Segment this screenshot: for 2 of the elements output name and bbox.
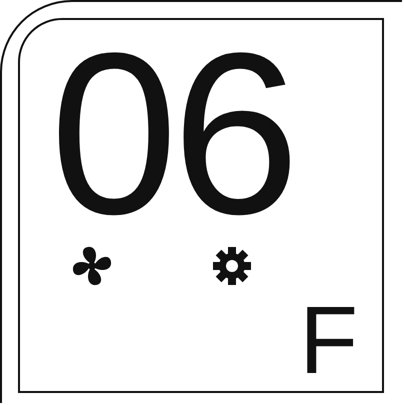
segment-digits: 06: [50, 34, 295, 234]
unit-letter: F: [299, 301, 358, 381]
